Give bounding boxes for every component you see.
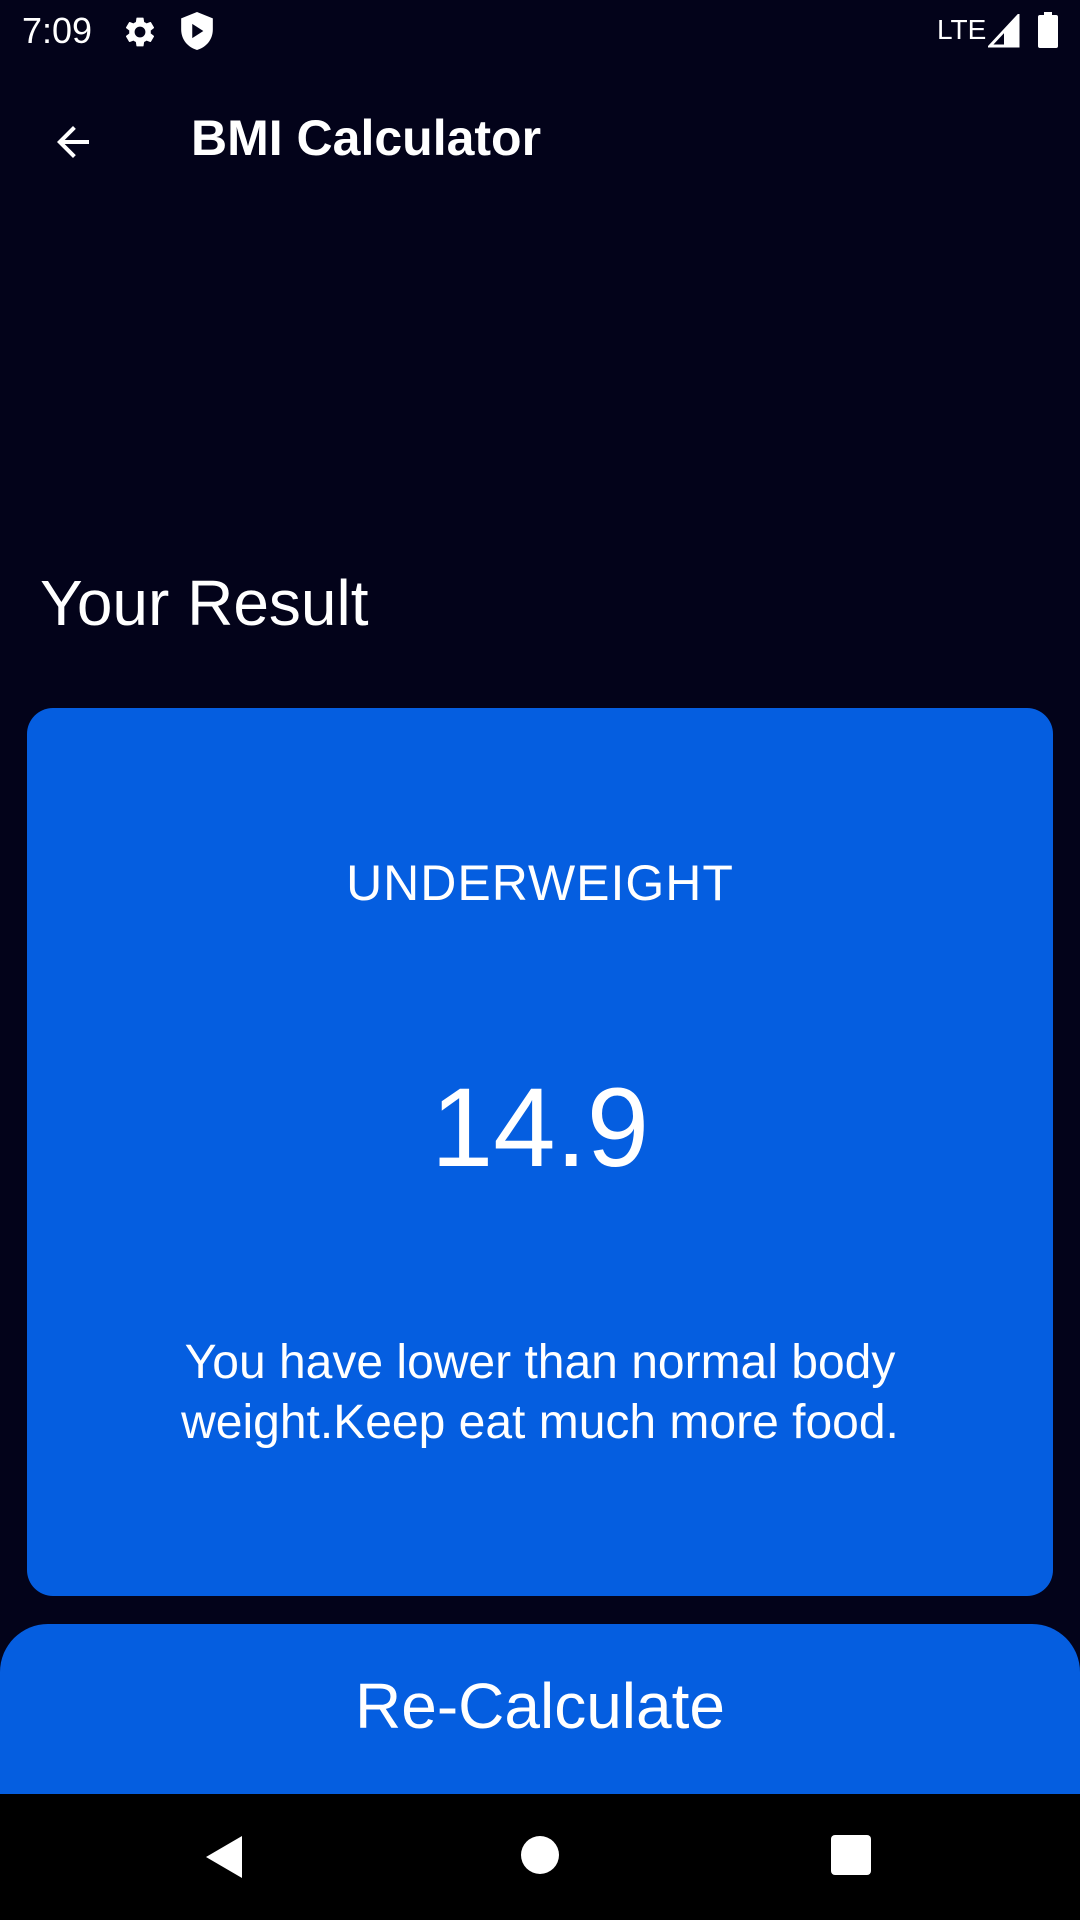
battery-icon	[1038, 12, 1058, 48]
recalculate-label: Re-Calculate	[355, 1670, 725, 1742]
nav-recents-icon[interactable]	[830, 1834, 872, 1876]
page-title: BMI Calculator	[191, 110, 542, 166]
back-button[interactable]	[30, 99, 116, 185]
network-type: LTE	[937, 14, 987, 45]
bmi-value: 14.9	[431, 1065, 649, 1190]
arrow-back-icon	[57, 126, 89, 158]
nav-home-icon[interactable]	[519, 1834, 561, 1876]
system-nav-bar	[0, 1794, 1080, 1920]
app-bar: BMI Calculator	[0, 63, 1080, 210]
bmi-status-label: UNDERWEIGHT	[346, 855, 734, 911]
status-time: 7:09	[22, 10, 93, 51]
gear-icon	[122, 14, 158, 50]
result-heading: Your Result	[40, 567, 369, 639]
screen: 7:09 LTE BMI Calculator Your Result UNDE…	[0, 0, 1080, 1920]
nav-back-icon[interactable]	[202, 1834, 248, 1880]
shield-icon	[181, 12, 213, 50]
result-card: UNDERWEIGHT 14.9 You have lower than nor…	[27, 708, 1053, 1596]
recalculate-button[interactable]: Re-Calculate	[0, 1624, 1080, 1794]
bmi-message: You have lower than normal body weight.K…	[181, 1336, 899, 1449]
status-bar: 7:09 LTE	[0, 0, 1080, 63]
signal-icon	[986, 12, 1020, 48]
